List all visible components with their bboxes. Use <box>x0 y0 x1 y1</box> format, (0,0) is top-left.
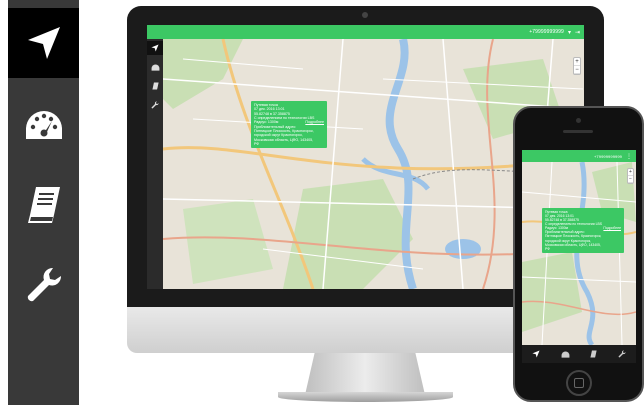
sidebar-item-dashboard[interactable] <box>8 90 79 160</box>
book-icon <box>151 82 159 90</box>
book-icon[interactable] <box>590 350 597 358</box>
map-zoom-control: + − <box>573 57 581 75</box>
navigation-arrow-icon <box>27 27 60 59</box>
monitor-base <box>278 392 453 402</box>
popup-details-link[interactable]: Подробнее <box>603 226 621 230</box>
phone-speaker <box>563 130 593 133</box>
account-dropdown-icon[interactable]: ▾ <box>568 29 571 36</box>
zoom-out-button[interactable]: − <box>628 176 633 183</box>
speedometer-icon <box>25 111 62 139</box>
mobile-waypoint-popup: Путевая точка 07 дек. 2016 13:01 55.8274… <box>542 208 624 253</box>
zoom-in-button[interactable]: + <box>628 169 633 176</box>
mobile-zoom-control: + − <box>627 168 634 184</box>
zoom-in-button[interactable]: + <box>574 58 580 66</box>
mobile-app-screen: +79999999999 ⋮ + − Путевая точка 07 дек.… <box>522 150 636 363</box>
sidebar-item-tracking[interactable] <box>8 8 79 78</box>
app-sidebar <box>8 0 79 405</box>
popup-details-link[interactable]: Подробнее <box>305 120 324 124</box>
rail-item-reports[interactable] <box>147 79 163 93</box>
webcam <box>362 12 368 18</box>
monitor-stand <box>305 353 425 395</box>
waypoint-popup: Путевая точка 07 дек. 2016 13:01 55.8274… <box>251 101 327 149</box>
mobile-map-view[interactable]: + − <box>522 162 636 345</box>
app-header: +79999999999 ▾ ⇥ <box>147 25 584 39</box>
speedometer-icon <box>151 63 159 71</box>
popup-address-line: РФ <box>254 141 260 146</box>
mobile-city-map[interactable] <box>522 162 636 345</box>
popup-address-line: РФ <box>545 246 550 251</box>
rail-item-settings[interactable] <box>147 98 163 112</box>
sidebar-item-reports[interactable] <box>8 170 79 240</box>
phone-camera <box>576 118 581 123</box>
logout-icon[interactable]: ⇥ <box>575 29 580 36</box>
wrench-icon[interactable] <box>618 350 626 358</box>
book-icon <box>27 187 60 223</box>
account-phone[interactable]: +79999999999 <box>529 29 564 35</box>
popup-radius: Радиус: 1300м <box>254 120 279 125</box>
rail-item-dashboard[interactable] <box>147 60 163 74</box>
home-square-icon <box>574 378 584 388</box>
navigation-arrow-icon <box>151 44 159 52</box>
account-phone[interactable]: +79999999999 <box>594 154 622 159</box>
speedometer-icon[interactable] <box>561 350 570 358</box>
zoom-out-button[interactable]: − <box>574 66 580 74</box>
sidebar-item-settings[interactable] <box>8 250 79 320</box>
rail-item-tracking[interactable] <box>147 41 163 55</box>
mobile-bottom-nav <box>522 345 636 363</box>
navigation-arrow-icon[interactable] <box>532 350 540 358</box>
wrench-icon <box>27 267 61 302</box>
wrench-icon <box>151 101 159 109</box>
mobile-app-header: +79999999999 ⋮ <box>522 150 636 162</box>
menu-kebab-icon[interactable]: ⋮ <box>626 153 632 160</box>
app-nav-rail <box>147 39 163 289</box>
